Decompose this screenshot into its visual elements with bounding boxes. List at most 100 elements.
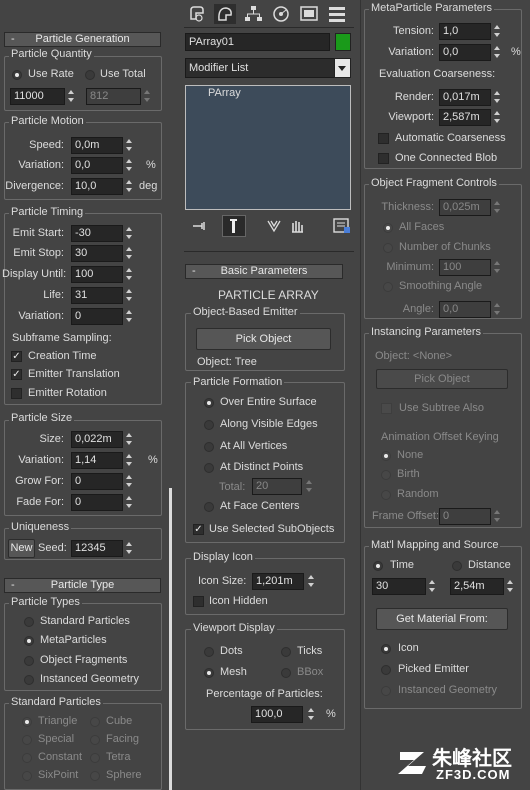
at-face-centers-radio[interactable] <box>204 502 214 512</box>
emitter-translation-checkbox[interactable]: ✓ <box>11 369 22 380</box>
grow-for-field[interactable]: 0 <box>71 473 123 490</box>
render-spinner[interactable] <box>493 89 502 106</box>
random-radio[interactable] <box>381 490 391 500</box>
create-tab-icon[interactable] <box>186 4 208 24</box>
rate-field[interactable]: 11000 <box>10 88 65 105</box>
icon-size-spinner[interactable] <box>307 573 316 590</box>
object-fragments-radio[interactable] <box>24 656 34 666</box>
distinct-total-spinner[interactable] <box>305 478 314 495</box>
distance-field[interactable]: 2,54m <box>450 578 504 595</box>
viewport-field[interactable]: 2,587m <box>439 109 491 126</box>
life-spinner[interactable] <box>125 287 134 304</box>
size-spinner[interactable] <box>125 431 134 448</box>
remove-modifier-icon[interactable] <box>288 217 306 235</box>
use-rate-radio[interactable] <box>12 70 22 80</box>
display-until-spinner[interactable] <box>125 266 134 283</box>
size-field[interactable]: 0,022m <box>71 431 123 448</box>
divergence-field[interactable]: 10,0 <box>71 178 123 195</box>
use-selected-subobjects-checkbox[interactable]: ✓ <box>193 524 204 535</box>
icon-size-field[interactable]: 1,201m <box>252 573 304 590</box>
grow-for-spinner[interactable] <box>125 473 134 490</box>
speed-field[interactable]: 0,0m <box>71 137 123 154</box>
frame-offset-field[interactable]: 0 <box>439 508 491 525</box>
percentage-spinner[interactable] <box>307 706 316 723</box>
thickness-field[interactable]: 0,025m <box>439 199 491 216</box>
facing-radio[interactable] <box>90 735 100 745</box>
special-radio[interactable] <box>22 735 32 745</box>
sphere-radio[interactable] <box>90 771 100 781</box>
variation-spinner[interactable] <box>125 157 134 174</box>
size-variation-spinner[interactable] <box>125 452 134 469</box>
triangle-radio[interactable] <box>22 717 32 727</box>
modify-tab-icon[interactable] <box>214 4 236 24</box>
time-radio[interactable] <box>373 561 383 571</box>
picked-emitter-radio[interactable] <box>381 665 391 675</box>
emit-stop-spinner[interactable] <box>125 245 134 262</box>
show-end-result-icon[interactable] <box>222 215 246 237</box>
hierarchy-tab-icon[interactable] <box>242 4 264 24</box>
total-spinner[interactable] <box>143 88 152 105</box>
seed-spinner[interactable] <box>125 540 134 557</box>
variation-spinner[interactable] <box>493 44 502 61</box>
render-field[interactable]: 0,017m <box>439 89 491 106</box>
seed-field[interactable]: 12345 <box>71 540 123 557</box>
variation-field[interactable]: 0,0 <box>71 157 123 174</box>
minimum-field[interactable]: 100 <box>439 259 491 276</box>
modifier-stack[interactable]: PArray <box>185 85 351 210</box>
motion-tab-icon[interactable] <box>270 4 292 24</box>
birth-radio[interactable] <box>381 470 391 480</box>
tension-spinner[interactable] <box>493 23 502 40</box>
bbox-radio[interactable] <box>281 668 291 678</box>
instance-pick-object-button[interactable]: Pick Object <box>376 369 508 389</box>
life-field[interactable]: 31 <box>71 287 123 304</box>
object-color-swatch[interactable] <box>335 33 351 51</box>
time-spinner[interactable] <box>428 578 437 595</box>
emitter-rotation-checkbox[interactable] <box>11 388 22 399</box>
over-entire-surface-radio[interactable] <box>204 398 214 408</box>
cube-radio[interactable] <box>90 717 100 727</box>
number-of-chunks-radio[interactable] <box>383 243 393 253</box>
utilities-tab-icon[interactable] <box>326 4 348 24</box>
variation-field[interactable]: 0,0 <box>439 44 491 61</box>
fade-for-field[interactable]: 0 <box>71 494 123 511</box>
instanced-geometry-radio[interactable] <box>24 675 34 685</box>
mesh-radio[interactable] <box>204 668 214 678</box>
constant-radio[interactable] <box>22 753 32 763</box>
rate-spinner[interactable] <box>67 88 76 105</box>
modifier-list-dropdown[interactable]: Modifier List <box>185 58 342 78</box>
speed-spinner[interactable] <box>125 137 134 154</box>
left-scrollbar[interactable] <box>169 488 172 790</box>
automatic-coarseness-checkbox[interactable] <box>378 133 389 144</box>
fade-for-spinner[interactable] <box>125 494 134 511</box>
icon-hidden-checkbox[interactable] <box>193 596 204 607</box>
metaparticles-radio[interactable] <box>24 636 34 646</box>
smoothing-angle-radio[interactable] <box>383 282 393 292</box>
thickness-spinner[interactable] <box>493 199 502 216</box>
life-variation-spinner[interactable] <box>125 308 134 325</box>
dropdown-arrow-icon[interactable] <box>334 58 351 78</box>
at-distinct-points-radio[interactable] <box>204 463 214 473</box>
emit-start-spinner[interactable] <box>125 225 134 242</box>
use-total-radio[interactable] <box>85 70 95 80</box>
standard-particles-radio[interactable] <box>24 617 34 627</box>
tension-field[interactable]: 1,0 <box>439 23 491 40</box>
percentage-field[interactable]: 100,0 <box>251 706 303 723</box>
new-seed-button[interactable]: New <box>8 539 35 558</box>
rollout-basic-parameters[interactable]: - Basic Parameters <box>185 264 343 279</box>
use-subtree-checkbox[interactable] <box>381 403 392 414</box>
emit-stop-field[interactable]: 30 <box>71 245 123 262</box>
one-connected-blob-checkbox[interactable] <box>378 153 389 164</box>
distance-spinner[interactable] <box>506 578 515 595</box>
none-radio[interactable] <box>381 451 391 461</box>
tetra-radio[interactable] <box>90 753 100 763</box>
object-name-field[interactable]: PArray01 <box>185 33 330 51</box>
display-until-field[interactable]: 100 <box>71 266 123 283</box>
creation-time-checkbox[interactable]: ✓ <box>11 351 22 362</box>
frame-offset-spinner[interactable] <box>493 508 502 525</box>
minimum-spinner[interactable] <box>493 259 502 276</box>
distance-radio[interactable] <box>452 561 462 571</box>
size-variation-field[interactable]: 1,14 <box>71 452 123 469</box>
rollout-particle-generation[interactable]: - Particle Generation <box>4 32 161 47</box>
pin-stack-icon[interactable] <box>190 217 208 235</box>
divergence-spinner[interactable] <box>125 178 134 195</box>
